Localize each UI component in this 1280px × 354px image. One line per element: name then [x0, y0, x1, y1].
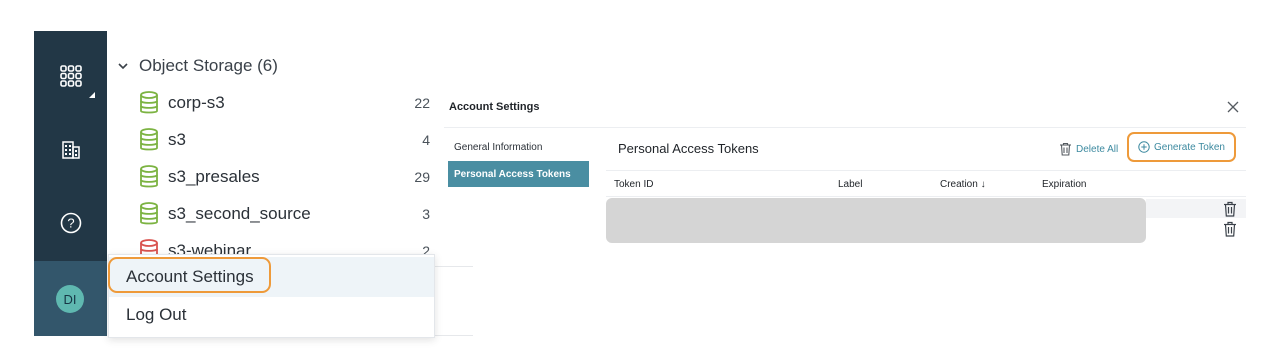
- column-header-token-id[interactable]: Token ID: [614, 179, 653, 190]
- delete-all-label: Delete All: [1076, 143, 1119, 155]
- building-icon: [61, 141, 80, 159]
- trash-icon: [1060, 142, 1071, 156]
- divider: [606, 170, 1246, 171]
- column-header-label[interactable]: Label: [838, 179, 862, 190]
- divider: [433, 266, 473, 267]
- delete-all-button[interactable]: Delete All: [1059, 141, 1118, 157]
- svg-text:?: ?: [67, 216, 74, 231]
- menu-item-label: Log Out: [126, 305, 187, 324]
- highlight-ring: [108, 257, 271, 293]
- help-button[interactable]: ?: [34, 208, 107, 238]
- tree-clip: s3-webinar 2: [110, 40, 450, 259]
- panel-title: Account Settings: [449, 101, 540, 113]
- nav-label: General Information: [454, 141, 543, 153]
- nav-label: Personal Access Tokens: [454, 168, 571, 180]
- expand-corner-icon: [89, 92, 95, 98]
- divider: [444, 127, 1246, 128]
- column-header-expiration[interactable]: Expiration: [1042, 179, 1086, 190]
- grid-icon: [59, 65, 82, 87]
- divider: [606, 196, 1246, 197]
- close-icon[interactable]: [1225, 99, 1241, 115]
- redacted-token-rows: [606, 198, 1146, 243]
- nav-general-information[interactable]: General Information: [448, 134, 589, 160]
- trash-icon[interactable]: [1223, 201, 1237, 217]
- section-title: Personal Access Tokens: [618, 141, 759, 156]
- nav-personal-access-tokens[interactable]: Personal Access Tokens: [448, 161, 589, 187]
- help-icon: ?: [60, 212, 81, 234]
- generate-token-label: Generate Token: [1154, 141, 1225, 153]
- divider: [433, 335, 473, 336]
- user-button[interactable]: DI: [34, 261, 107, 336]
- trash-icon[interactable]: [1223, 221, 1237, 237]
- menu-item-log-out[interactable]: Log Out: [109, 295, 434, 335]
- column-header-creation[interactable]: Creation ↓: [940, 179, 986, 190]
- generate-token-button[interactable]: Generate Token: [1127, 132, 1236, 162]
- apps-button[interactable]: [34, 59, 107, 93]
- plus-circle-icon: [1138, 141, 1150, 153]
- left-rail: ? DI: [34, 31, 107, 336]
- building-button[interactable]: [34, 135, 107, 165]
- avatar: DI: [56, 285, 84, 313]
